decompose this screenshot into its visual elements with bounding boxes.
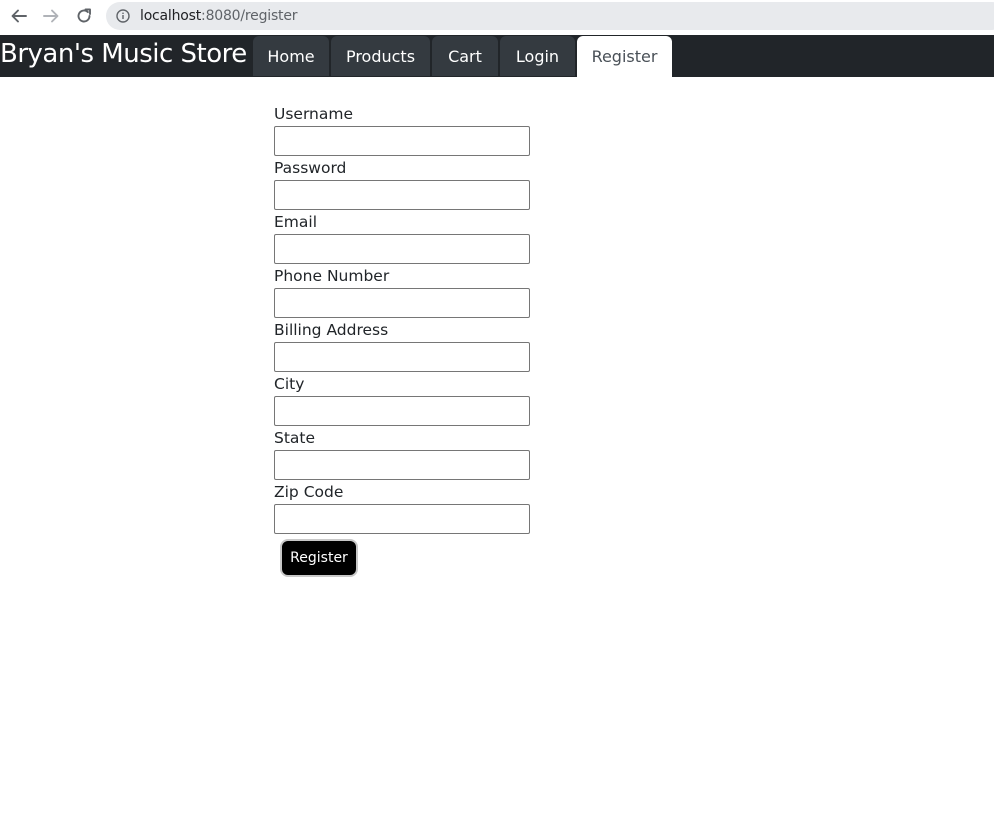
info-icon[interactable] (116, 9, 130, 23)
password-field-group: Password (274, 157, 534, 211)
nav-tab-products[interactable]: Products (331, 36, 430, 76)
phone-label: Phone Number (274, 267, 390, 285)
password-label: Password (274, 159, 347, 177)
nav-tab-login[interactable]: Login (500, 36, 575, 76)
reload-icon (77, 8, 91, 23)
billing-address-label: Billing Address (274, 321, 389, 339)
state-input[interactable] (274, 450, 530, 480)
password-input[interactable] (274, 180, 530, 210)
zip-code-input[interactable] (274, 504, 530, 534)
email-label: Email (274, 213, 318, 231)
site-brand: Bryan's Music Store (0, 39, 247, 69)
nav-tab-cart[interactable]: Cart (432, 36, 498, 76)
main-nav: Home Products Cart Login Register (253, 36, 674, 77)
nav-tab-register[interactable]: Register (577, 36, 672, 77)
forward-button[interactable] (41, 6, 61, 26)
username-field-group: Username (274, 103, 534, 157)
url-text: localhost:8080/register (140, 8, 298, 24)
address-bar[interactable]: localhost:8080/register (106, 2, 994, 30)
register-submit-button[interactable]: Register (280, 539, 358, 577)
city-field-group: City (274, 373, 534, 427)
site-header: Bryan's Music Store Home Products Cart L… (0, 35, 994, 77)
arrow-left-icon (11, 9, 27, 23)
zip-code-label: Zip Code (274, 483, 344, 501)
phone-input[interactable] (274, 288, 530, 318)
browser-toolbar: localhost:8080/register (0, 0, 994, 33)
nav-tab-home[interactable]: Home (253, 36, 329, 76)
city-input[interactable] (274, 396, 530, 426)
email-input[interactable] (274, 234, 530, 264)
reload-button[interactable] (74, 6, 94, 26)
billing-address-field-group: Billing Address (274, 319, 534, 373)
username-input[interactable] (274, 126, 530, 156)
arrow-right-icon (43, 9, 59, 23)
state-label: State (274, 429, 316, 447)
register-form: Username Password Email Phone Number Bil… (274, 103, 534, 577)
url-path: :8080/register (201, 8, 298, 24)
email-field-group: Email (274, 211, 534, 265)
state-field-group: State (274, 427, 534, 481)
billing-address-input[interactable] (274, 342, 530, 372)
city-label: City (274, 375, 305, 393)
username-label: Username (274, 105, 354, 123)
url-host: localhost (140, 8, 202, 24)
phone-field-group: Phone Number (274, 265, 534, 319)
zip-code-field-group: Zip Code (274, 481, 534, 535)
back-button[interactable] (9, 6, 29, 26)
